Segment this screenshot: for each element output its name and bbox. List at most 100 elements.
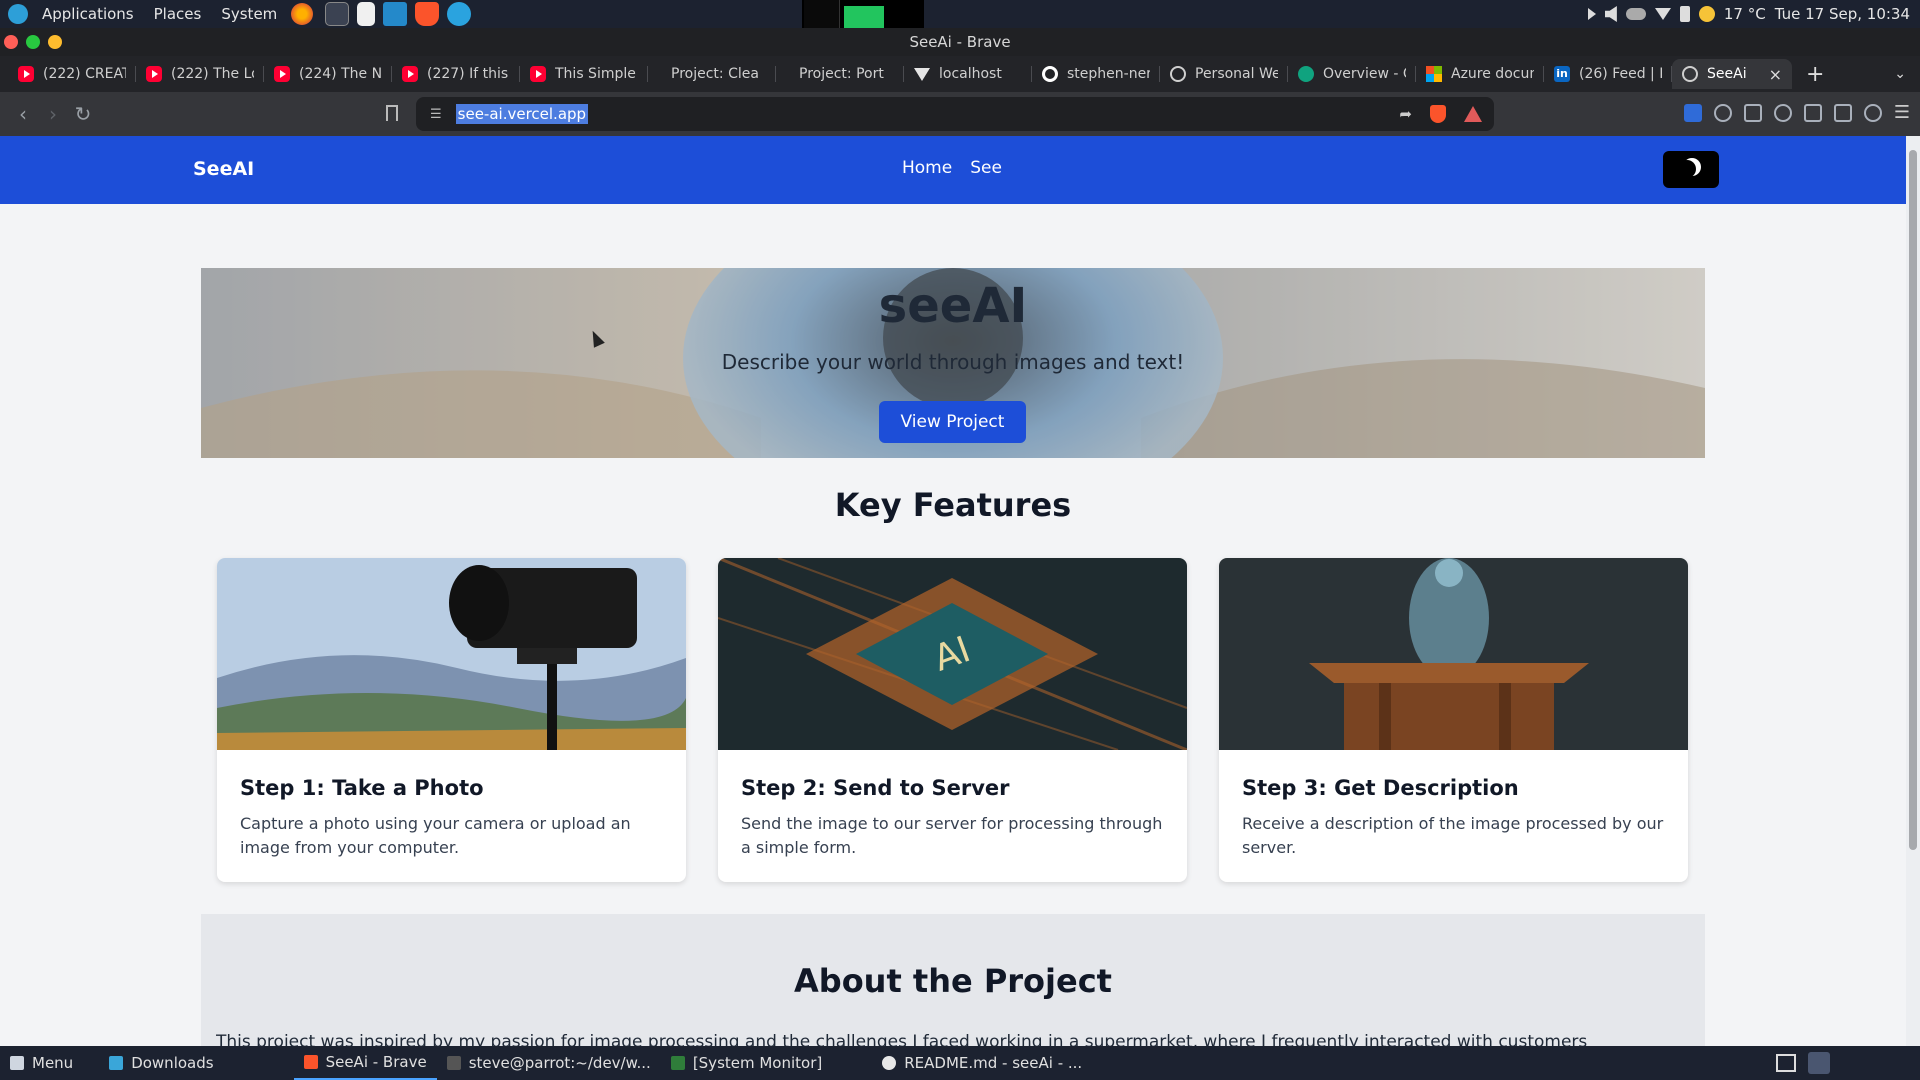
blank-page-icon [658, 66, 662, 82]
forward-arrow-icon[interactable]: › [38, 102, 68, 126]
linkedin-icon: in [1554, 66, 1570, 82]
browser-tab[interactable]: (222) The Lo [136, 59, 264, 89]
taskbar-item-system-monitor[interactable]: [System Monitor] [661, 1046, 832, 1080]
places-menu[interactable]: Places [144, 5, 212, 23]
battery-icon[interactable] [1679, 6, 1690, 22]
vscode-launcher-icon[interactable] [383, 2, 408, 26]
scrollbar-thumb[interactable] [1909, 150, 1917, 850]
nav-link-home[interactable]: Home [902, 158, 952, 178]
window-minimize-button[interactable] [48, 35, 62, 49]
view-project-button[interactable]: View Project [879, 401, 1026, 443]
back-arrow-icon[interactable]: ‹ [8, 102, 38, 126]
tab-label: stephen-ner [1067, 66, 1150, 82]
globe-icon [1682, 66, 1698, 82]
bookmark-icon[interactable] [386, 105, 398, 121]
leo-ai-icon[interactable] [1863, 104, 1882, 122]
browser-tab[interactable]: (224) The N [264, 59, 392, 89]
browser-tab[interactable]: (222) CREAT [8, 59, 136, 89]
youtube-icon [18, 66, 34, 82]
menu-icon[interactable]: ☰ [1894, 104, 1910, 122]
send-icon[interactable] [1587, 8, 1596, 20]
brave-icon [882, 1056, 897, 1070]
hero-subtitle: Describe your world through images and t… [721, 350, 1185, 374]
page-scrollbar[interactable] [1906, 136, 1920, 1046]
dark-mode-toggle-button[interactable] [1663, 151, 1719, 188]
screenshot-tray-icon[interactable] [1776, 1054, 1796, 1072]
address-bar[interactable]: ☰ see-ai.vercel.app ➦ [416, 97, 1494, 131]
folder-icon [109, 1056, 124, 1070]
system-menu[interactable]: System [211, 5, 287, 23]
weather-icon [1698, 6, 1715, 22]
brave-rewards-icon[interactable] [1464, 106, 1482, 122]
about-heading: About the Project [794, 962, 1112, 1000]
site-brand[interactable]: SeeAI [193, 158, 254, 180]
site-settings-icon[interactable]: ☰ [430, 107, 442, 122]
volume-icon[interactable] [1604, 6, 1617, 22]
browser-tab[interactable]: (227) If this [392, 59, 520, 89]
nav-link-see[interactable]: See [970, 158, 1002, 178]
pdf-extension-icon[interactable] [1683, 104, 1702, 122]
taskbar-item-vscode[interactable]: README.md - seeAi - ... [872, 1046, 1092, 1080]
taskbar-label: SeeAi - Brave [325, 1053, 427, 1071]
window-maximize-button[interactable] [26, 35, 40, 49]
feature-card-title: Step 3: Get Description [1242, 776, 1519, 800]
browser-tab[interactable]: Project: Clea [648, 59, 776, 89]
puzzle-extension-icon[interactable] [1743, 104, 1762, 122]
browser-tab[interactable]: in (26) Feed | L [1544, 59, 1672, 89]
url-text[interactable]: see-ai.vercel.app [455, 104, 589, 124]
taskbar-item-terminal[interactable]: steve@parrot:~/dev/w... [437, 1046, 661, 1080]
browser-tab[interactable]: This Simple [520, 59, 648, 89]
tab-label: Azure docun [1451, 66, 1534, 82]
tab-label: localhost [939, 66, 1002, 82]
close-tab-icon[interactable]: × [1769, 65, 1782, 84]
applications-menu[interactable]: Applications [32, 5, 144, 23]
youtube-icon [274, 66, 290, 82]
parrot-logo-icon[interactable] [8, 4, 28, 24]
tab-list-chevron-icon[interactable]: ⌄ [1894, 66, 1906, 82]
new-tab-button[interactable]: + [1792, 62, 1838, 87]
brave-tray-icon[interactable] [1808, 1052, 1830, 1074]
browser-tab[interactable]: Personal We [1160, 59, 1288, 89]
wallet-icon[interactable] [1833, 104, 1852, 122]
wifi-icon[interactable] [1654, 8, 1671, 20]
browser-tab-active[interactable]: SeeAi × [1672, 59, 1792, 89]
browser-tab[interactable]: Azure docun [1416, 59, 1544, 89]
hero-banner: seeAI Describe your world through images… [201, 268, 1705, 458]
extension-icon[interactable] [1713, 104, 1732, 122]
feature-card: AI Step 2: Send to Server Send the image… [718, 558, 1187, 882]
cloud-icon[interactable] [1625, 8, 1646, 20]
telegram-launcher-icon[interactable] [447, 2, 472, 26]
page-viewport: SeeAI Home See seeAI Describe your world… [0, 136, 1906, 1046]
blank-page-icon [786, 66, 790, 82]
tab-label: SeeAi [1707, 66, 1747, 82]
brave-shields-icon[interactable] [1430, 105, 1446, 123]
document-launcher-icon[interactable] [357, 2, 376, 26]
brave-launcher-icon[interactable] [415, 2, 440, 26]
about-text: This project was inspired by my passion … [216, 1032, 1588, 1046]
browser-tab[interactable]: Overview - C [1288, 59, 1416, 89]
taskbar-item-brave[interactable]: SeeAi - Brave [293, 1046, 437, 1080]
feature-card: Step 3: Get Description Receive a descri… [1219, 558, 1688, 882]
terminal-launcher-icon[interactable] [325, 2, 350, 26]
music-icon[interactable] [1773, 104, 1792, 122]
feature-card-title: Step 2: Send to Server [741, 776, 1010, 800]
taskbar-item-downloads[interactable]: Downloads [99, 1046, 223, 1080]
tab-label: (26) Feed | L [1579, 66, 1662, 82]
sidebar-icon[interactable] [1803, 104, 1822, 122]
system-monitor-icon [670, 1056, 685, 1070]
taskbar-menu-button[interactable]: Menu [0, 1046, 83, 1080]
browser-tab[interactable]: Project: Port [776, 59, 904, 89]
window-close-button[interactable] [4, 35, 18, 49]
camera-on-tripod-image [217, 558, 686, 750]
tab-label: (222) CREAT [43, 66, 126, 82]
browser-tab[interactable]: stephen-ner [1032, 59, 1160, 89]
youtube-icon [402, 66, 418, 82]
share-icon[interactable]: ➦ [1399, 105, 1412, 123]
firefox-launcher-icon[interactable] [291, 3, 314, 25]
site-navbar: SeeAI Home See [0, 136, 1906, 204]
tab-label: (222) The Lo [171, 66, 254, 82]
terminal-icon [446, 1056, 461, 1070]
clock[interactable]: Tue 17 Sep, 10:34 [1775, 5, 1910, 23]
reload-icon[interactable]: ↻ [68, 102, 98, 126]
browser-tab[interactable]: localhost [904, 59, 1032, 89]
